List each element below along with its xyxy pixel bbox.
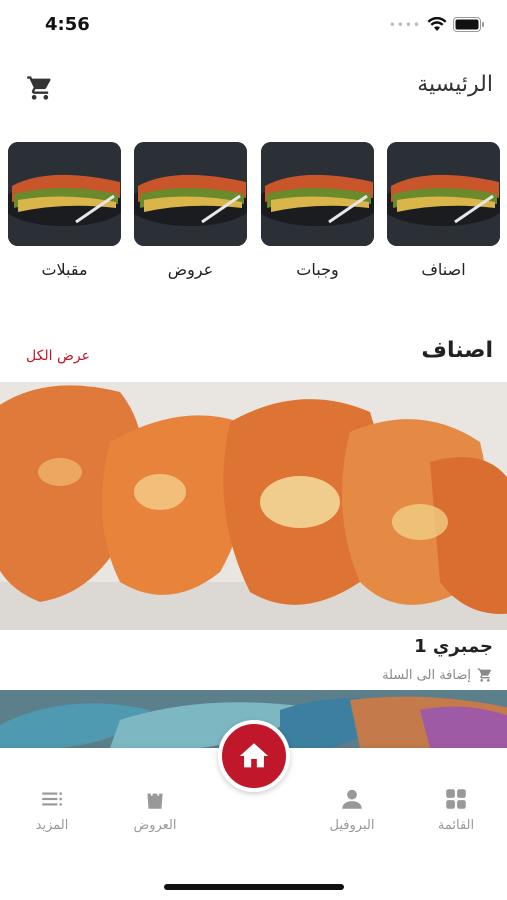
category-item-asnaf[interactable]: اصناف xyxy=(387,142,500,279)
product-name[interactable]: جمبري 1 xyxy=(414,636,493,657)
product-image[interactable] xyxy=(0,382,507,630)
category-image xyxy=(8,142,121,246)
status-bar: 4:56 •••• xyxy=(0,0,507,52)
menu-icon xyxy=(42,792,62,806)
section-title: اصناف xyxy=(421,338,493,363)
status-time: 4:56 xyxy=(45,14,90,35)
page-title: الرئيسية xyxy=(417,72,493,97)
category-label: وجبات xyxy=(296,260,339,279)
home-button[interactable] xyxy=(218,720,290,792)
add-to-cart-label: إضافة الى السلة xyxy=(382,667,471,683)
category-label: مقبلات xyxy=(41,260,88,279)
category-label: اصناف xyxy=(421,260,466,279)
section-header: اصناف عرض الكل xyxy=(0,338,507,378)
nav-item-more[interactable]: المزيد xyxy=(7,786,97,833)
nav-label: البروفيل xyxy=(329,818,375,833)
category-image xyxy=(261,142,374,246)
wifi-icon xyxy=(427,17,447,31)
category-image xyxy=(134,142,247,246)
home-icon xyxy=(239,743,269,768)
nav-label: القائمة xyxy=(437,818,475,833)
category-item-muqabbilat[interactable]: مقبلات xyxy=(8,142,121,279)
nav-label: العروض xyxy=(133,818,177,833)
cart-button[interactable] xyxy=(26,74,54,102)
category-label: عروض xyxy=(167,260,214,279)
battery-icon xyxy=(453,17,484,32)
nav-item-profile[interactable]: البروفيل xyxy=(307,786,397,833)
nav-item-menu[interactable]: القائمة xyxy=(411,786,501,833)
nav-item-offers[interactable]: العروض xyxy=(110,786,200,833)
signal-icon: •••• xyxy=(388,17,421,32)
grid-icon xyxy=(446,789,466,809)
profile-icon xyxy=(342,789,362,809)
home-indicator xyxy=(164,884,344,890)
category-item-wajabat[interactable]: وجبات xyxy=(261,142,374,279)
category-item-oroud[interactable]: عروض xyxy=(134,142,247,279)
status-icons: •••• xyxy=(389,17,485,32)
header: الرئيسية xyxy=(0,60,507,112)
cart-icon xyxy=(477,668,492,682)
shopping-bag-icon xyxy=(147,788,163,809)
add-to-cart-button[interactable]: إضافة الى السلة xyxy=(382,667,493,683)
nav-label: المزيد xyxy=(35,818,69,833)
cart-icon xyxy=(27,76,51,100)
category-image xyxy=(387,142,500,246)
category-strip: اصناف وجبات عروض مقبلات xyxy=(0,142,507,292)
view-all-link[interactable]: عرض الكل xyxy=(26,348,90,364)
